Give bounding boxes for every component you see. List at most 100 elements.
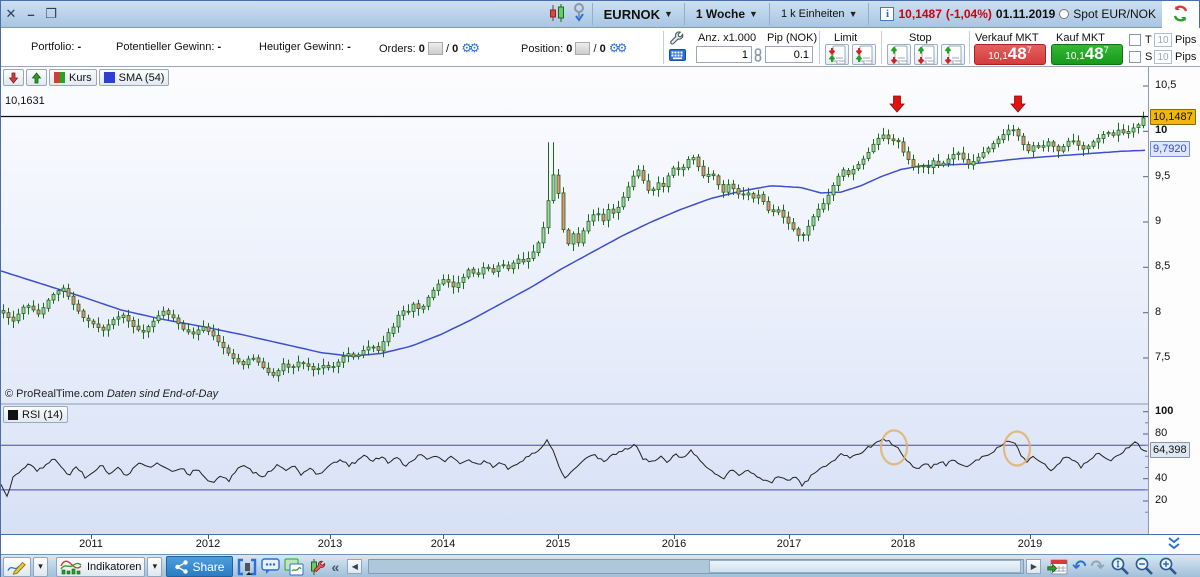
bottom-toolbar: ▾ Indikatoren ▾ Share « ◀ ▶ ↶ ↷	[1, 554, 1200, 577]
info-icon[interactable]: i	[880, 7, 894, 21]
share-button[interactable]: Share	[166, 556, 233, 577]
limit-sell-order-icon[interactable]	[852, 44, 876, 65]
stop-sell-order-icon[interactable]	[914, 44, 938, 65]
year-label: 2012	[188, 538, 228, 550]
stop-row-label: S	[1145, 51, 1152, 63]
price-axis[interactable]: 10,5109,598,587,510080402010,14879,79206…	[1148, 67, 1200, 534]
trailing-label: T	[1145, 34, 1152, 46]
price-tick-label: 9,5	[1155, 170, 1170, 182]
keyboard-icon[interactable]	[669, 49, 686, 64]
stop-checkbox[interactable]	[1129, 51, 1141, 63]
scroll-right-arrow[interactable]: ▶	[1026, 559, 1041, 574]
share-icon	[175, 560, 188, 574]
chevron-down-icon: ▾	[153, 561, 158, 572]
stop-trailing-order-icon[interactable]	[941, 44, 965, 65]
redo-icon[interactable]: ↷	[1091, 557, 1105, 577]
year-label: 2018	[883, 538, 923, 550]
chart-type-candlestick-icon[interactable]	[549, 4, 566, 25]
stop-pips-input[interactable]: 10	[1154, 50, 1172, 64]
chart-scrollbar[interactable]	[368, 559, 1024, 574]
separator	[868, 3, 869, 25]
close-icon[interactable]: ✕	[1, 6, 21, 22]
legend-sma[interactable]: SMA (54)	[99, 69, 170, 86]
link-pin-icon[interactable]	[572, 3, 587, 25]
trailing-pips-input[interactable]: 10	[1154, 33, 1172, 47]
position-settings-gear-icon[interactable]: ⚙⚙	[609, 41, 625, 55]
units-label: 1 k Einheiten	[781, 8, 845, 20]
pip-input[interactable]	[765, 46, 813, 63]
minimize-icon[interactable]: –	[21, 7, 41, 22]
chart-canvas[interactable]	[1, 67, 1148, 534]
today-gain-label: Heutiger Gewinn:	[259, 41, 344, 53]
chart-windows-button[interactable]	[284, 557, 304, 577]
buy-market-button[interactable]: 10,1487	[1051, 44, 1123, 65]
separator	[819, 31, 820, 64]
indicators-icon	[60, 558, 82, 575]
link-chain-icon[interactable]	[753, 48, 763, 65]
comments-button[interactable]	[261, 557, 280, 577]
orders-list-icon[interactable]	[428, 42, 443, 55]
indicators-dropdown[interactable]: ▾	[147, 557, 162, 577]
rsi-value-tag: 64,398	[1150, 442, 1190, 458]
position-count: 0	[566, 43, 572, 55]
zoom-in-button[interactable]	[1159, 557, 1179, 577]
order-tools-wrench-icon[interactable]	[669, 31, 685, 50]
quantity-label: Anz. x1.000	[698, 32, 756, 44]
stop-buy-order-icon[interactable]	[887, 44, 911, 65]
objects-list-button[interactable]	[237, 557, 257, 577]
today-gain-value: -	[347, 41, 351, 53]
legend-rsi[interactable]: RSI (14)	[3, 406, 68, 423]
rsi-swatch-icon	[8, 410, 18, 420]
zoom-fit-button[interactable]	[1111, 557, 1131, 577]
timeframe-selector[interactable]: 1 Woche ▼	[688, 1, 766, 27]
timeframe-label: 1 Woche	[696, 7, 745, 21]
rsi-tick-label: 100	[1155, 405, 1173, 417]
collapse-toolbar-icon[interactable]: «	[331, 557, 339, 577]
legend-kurs[interactable]: Kurs	[49, 69, 97, 86]
titlebar: ✕ – ❐ EURNOK ▼ 1 Woche ▼ 1 k Einheiten ▼…	[1, 1, 1164, 28]
buy-arrow-tool-button[interactable]	[26, 69, 47, 86]
separator	[592, 3, 593, 25]
price-tick-label: 9	[1155, 215, 1161, 227]
limit-buy-order-icon[interactable]	[825, 44, 849, 65]
indicators-button[interactable]: Indikatoren	[56, 557, 145, 577]
pip-label: Pip (NOK)	[767, 32, 817, 44]
undo-icon[interactable]: ↶	[1072, 557, 1086, 577]
draw-tool-dropdown[interactable]: ▾	[33, 557, 48, 577]
portfolio-label: Portfolio:	[31, 41, 74, 53]
hline-value-label: 10,1631	[5, 95, 45, 107]
zoom-out-button[interactable]	[1135, 557, 1155, 577]
buy-market-label: Kauf MKT	[1056, 32, 1105, 44]
chart-settings-button[interactable]	[308, 557, 327, 577]
sell-arrow-tool-button[interactable]	[3, 69, 24, 86]
goto-date-calendar-icon[interactable]	[1047, 557, 1068, 577]
sell-market-button[interactable]: 10,1487	[974, 44, 1046, 65]
scroll-left-arrow[interactable]: ◀	[347, 559, 362, 574]
spot-radio[interactable]	[1059, 9, 1069, 19]
position-list-icon[interactable]	[575, 42, 590, 55]
year-label: 2014	[423, 538, 463, 550]
draw-tool-button[interactable]	[3, 557, 31, 577]
units-selector[interactable]: 1 k Einheiten ▼	[773, 1, 866, 27]
quantity-input[interactable]	[696, 46, 752, 63]
refresh-icon[interactable]	[1171, 4, 1190, 26]
symbol-selector[interactable]: EURNOK ▼	[596, 1, 681, 27]
scrollbar-thumb[interactable]	[709, 560, 1021, 573]
separator	[663, 31, 664, 64]
year-label: 2011	[71, 538, 111, 550]
collapse-panel-chevron-icon[interactable]	[1163, 537, 1185, 553]
separator	[881, 31, 882, 64]
price-tick-label: 10,5	[1155, 79, 1176, 91]
orders-settings-gear-icon[interactable]: ⚙⚙	[461, 41, 477, 55]
chevron-down-icon: ▼	[749, 9, 758, 19]
trailing-checkbox[interactable]	[1129, 34, 1141, 46]
time-axis[interactable]: 201120122013201420152016201720182019	[1, 534, 1200, 554]
orders-count: 0	[419, 43, 425, 55]
portfolio-trading-bar: Portfolio: - Potentieller Gewinn: - Heut…	[1, 28, 1200, 67]
separator	[769, 3, 770, 25]
kurs-swatch-icon	[54, 72, 65, 83]
maximize-icon[interactable]: ❐	[41, 6, 61, 22]
rsi-tick-label: 20	[1155, 494, 1167, 506]
orders-separator: /	[446, 43, 449, 55]
year-label: 2015	[538, 538, 578, 550]
